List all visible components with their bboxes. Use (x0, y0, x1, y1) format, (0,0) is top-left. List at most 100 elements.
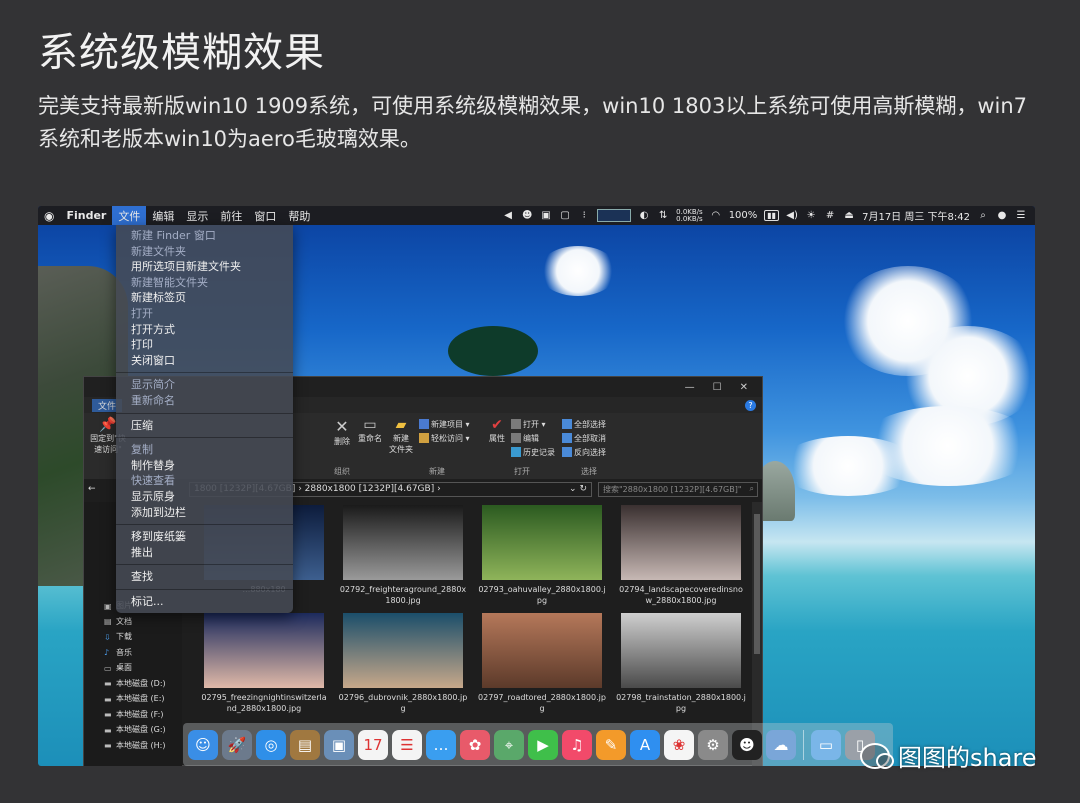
menubar-item-help[interactable]: 帮助 (282, 206, 316, 225)
select-none-button[interactable]: 全部取消 (562, 431, 606, 445)
search-input[interactable]: 搜索"2880x1800 [1232P][4.67GB]" ⌕ (598, 481, 758, 497)
moon-icon[interactable]: ◐ (638, 210, 650, 222)
rename-button[interactable]: 重命名 (358, 433, 382, 444)
thumbnail-item[interactable]: 02795_freezingnightinswitzerland_2880x18… (199, 613, 329, 714)
maximize-icon[interactable]: ☐ (713, 382, 722, 393)
file-menu-item[interactable]: 标记... (116, 594, 293, 610)
thumbnail-image[interactable] (621, 505, 741, 580)
finder-icon[interactable]: ☺ (188, 729, 218, 760)
file-menu-item[interactable]: 打开方式 (116, 322, 293, 338)
rename-icon[interactable]: ▭ (358, 417, 382, 433)
capture-icon[interactable]: ▣ (540, 210, 552, 222)
menubar-item-window[interactable]: 窗口 (248, 206, 282, 225)
refresh-icon[interactable]: ⌄ ↻ (569, 484, 587, 494)
new-folder-button[interactable]: 新建 文件夹 (389, 433, 413, 455)
file-menu-item[interactable]: 添加到边栏 (116, 505, 293, 521)
nav-item[interactable]: ▭ 桌面 (84, 660, 182, 676)
edit-button[interactable]: 编辑 (511, 431, 555, 445)
cpu-icon[interactable]: ⁝ (578, 210, 590, 222)
wifi-icon[interactable]: ◠ (710, 210, 722, 222)
thumbnail-item[interactable]: 02794_landscapecoveredinsnow_2880x1800.j… (616, 505, 746, 606)
photos-icon[interactable]: ❀ (664, 729, 694, 760)
nav-item[interactable]: ⇩ 下载 (84, 629, 182, 645)
thumbnail-image[interactable] (343, 613, 463, 688)
menubar-item-file[interactable]: 文件 (112, 206, 147, 225)
thumbnail-item[interactable]: 02792_freighteraground_2880x1800.jpg (338, 505, 468, 606)
app-store-icon[interactable]: A (630, 729, 660, 760)
open-button[interactable]: 打开 ▾ (511, 417, 555, 431)
thumbnail-image[interactable] (343, 505, 463, 580)
thumbnail-item[interactable]: 02798_trainstation_2880x1800.jpg (616, 613, 746, 714)
messages-icon[interactable]: … (426, 729, 456, 760)
thumbnail-image[interactable] (204, 613, 324, 688)
maps-icon[interactable]: ⌖ (494, 729, 524, 760)
nav-item[interactable]: ▬ 本地磁盘 (F:) (84, 707, 182, 723)
invert-selection-button[interactable]: 反向选择 (562, 445, 606, 459)
thumbnail-image[interactable] (621, 613, 741, 688)
photos-color-icon[interactable]: ✿ (460, 729, 490, 760)
file-menu-item[interactable]: 查找 (116, 569, 293, 585)
menubar-item-view[interactable]: 显示 (180, 206, 214, 225)
help-icon[interactable]: ? (745, 399, 756, 411)
nav-item[interactable]: ♪ 音乐 (84, 645, 182, 661)
thumbnail-item[interactable]: 02793_oahuvalley_2880x1800.jpg (477, 505, 607, 606)
menubar-item-edit[interactable]: 编辑 (146, 206, 180, 225)
file-menu-item[interactable]: 制作替身 (116, 458, 293, 474)
new-item-button[interactable]: 新建项目 ▾ (419, 417, 470, 431)
play-icon[interactable]: ◀ (502, 210, 514, 222)
battery-percent[interactable]: 100% (729, 210, 758, 221)
qq-icon[interactable]: ☻ (732, 729, 762, 760)
nav-item[interactable]: ▬ 本地磁盘 (D:) (84, 676, 182, 692)
arrows-icon[interactable]: ⇅ (657, 210, 669, 222)
file-menu-item[interactable]: 打印 (116, 337, 293, 353)
file-menu-item[interactable]: 用所选项目新建文件夹 (116, 259, 293, 275)
hash-icon[interactable]: # (824, 210, 836, 222)
reminders-icon[interactable]: ☰ (392, 729, 422, 760)
file-menu-item[interactable]: 推出 (116, 545, 293, 561)
properties-button[interactable]: 属性 (489, 433, 505, 444)
spotlight-search-icon[interactable]: ⌕ (977, 210, 989, 222)
close-icon[interactable]: ✕ (740, 382, 748, 393)
file-menu-item[interactable]: 移到废纸篓 (116, 529, 293, 545)
nav-item[interactable]: ▬ 本地磁盘 (G:) (84, 722, 182, 738)
apple-menu-icon[interactable]: ◉ (38, 206, 60, 225)
siri-icon[interactable]: ● (996, 210, 1008, 222)
launchpad-icon[interactable]: 🚀 (222, 729, 252, 760)
facetime-icon[interactable]: ▶ (528, 729, 558, 760)
scrollbar-thumb[interactable] (754, 514, 760, 654)
battery-icon[interactable]: ▮▮ (764, 210, 780, 221)
file-menu-item[interactable]: 显示原身 (116, 489, 293, 505)
cpu-graph[interactable] (597, 209, 632, 222)
qq-tray-icon[interactable]: ☻ (521, 210, 533, 222)
easy-access-button[interactable]: 轻松访问 ▾ (419, 431, 470, 445)
folder-icon[interactable]: ▭ (811, 729, 841, 760)
delete-icon[interactable]: ✕ (334, 417, 350, 436)
file-menu-item[interactable]: 新建标签页 (116, 290, 293, 306)
volume-icon[interactable]: ◀) (786, 210, 798, 222)
thumbnail-image[interactable] (482, 505, 602, 580)
file-menu-item[interactable]: 压缩 (116, 418, 293, 434)
thumbnail-item[interactable]: 02797_roadtored_2880x1800.jpg (477, 613, 607, 714)
thumbnail-item[interactable]: 02796_dubrovnik_2880x1800.jpg (338, 613, 468, 714)
network-speed[interactable]: 0.0KB/s 0.0KB/s (676, 208, 703, 223)
nav-item[interactable]: ▬ 本地磁盘 (E:) (84, 691, 182, 707)
properties-icon[interactable]: ✔ (489, 417, 505, 433)
weather-icon[interactable]: ☁ (766, 729, 796, 760)
music-icon[interactable]: ♫ (562, 729, 592, 760)
safari-icon[interactable]: ◎ (256, 729, 286, 760)
nav-item[interactable]: ▤ 文档 (84, 614, 182, 630)
menubar-clock[interactable]: 7月17日 周三 下午8:42 (862, 208, 970, 223)
history-button[interactable]: 历史记录 (511, 445, 555, 459)
delete-button[interactable]: 删除 (334, 436, 350, 447)
file-menu-item[interactable]: 关闭窗口 (116, 353, 293, 369)
minimize-icon[interactable]: — (685, 382, 695, 393)
terminal-icon[interactable]: ▢ (559, 210, 571, 222)
brightness-icon[interactable]: ☀ (805, 210, 817, 222)
menubar-item-finder[interactable]: Finder (60, 206, 112, 225)
nav-item[interactable]: ▬ 本地磁盘 (H:) (84, 738, 182, 754)
select-all-button[interactable]: 全部选择 (562, 417, 606, 431)
new-folder-icon[interactable]: ▰ (389, 417, 413, 433)
system-preferences-icon[interactable]: ⚙ (698, 729, 728, 760)
calendar-icon[interactable]: 17 (358, 729, 388, 760)
notification-center-icon[interactable]: ☰ (1015, 210, 1027, 222)
